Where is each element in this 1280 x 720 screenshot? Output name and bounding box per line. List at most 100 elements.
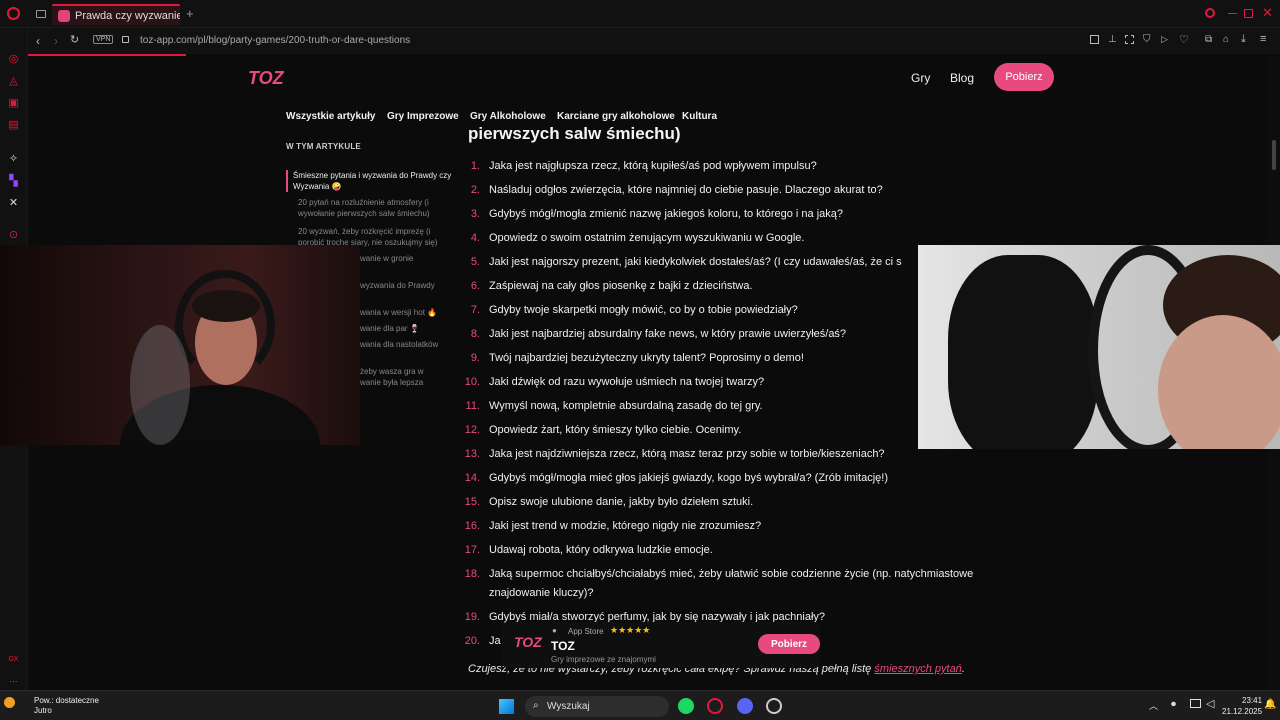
category-card-drinking-games[interactable]: Karciane gry alkoholowe <box>557 111 675 122</box>
category-culture[interactable]: Kultura <box>682 111 717 122</box>
system-clock[interactable]: 23:41 21.12.2025 <box>1222 695 1262 717</box>
x-icon[interactable]: ✕ <box>7 197 20 210</box>
close-window-button[interactable]: ✕ <box>1262 5 1273 21</box>
question-item: 12. Opowiedz żart, który śmieszy tylko ci… <box>458 421 998 440</box>
url-field[interactable]: toz-app.com/pl/blog/party-games/200-trut… <box>140 35 410 46</box>
scrollbar-thumb[interactable] <box>1272 140 1276 170</box>
nav-games-link[interactable]: Gry <box>911 71 930 85</box>
banner-app-name: TOZ <box>551 639 575 653</box>
funny-questions-link[interactable]: śmiesznych pytań <box>874 663 961 675</box>
start-button-icon[interactable] <box>499 699 514 714</box>
question-item: 10. Jaki dźwięk od razu wywołuje uśmiech … <box>458 373 998 392</box>
question-number: 20. <box>464 635 480 647</box>
shield-icon[interactable]: ⛉ <box>1143 34 1151 45</box>
toc-item[interactable]: wanie w gronie <box>360 253 458 264</box>
tray-chevron-icon[interactable]: ︿ <box>1149 699 1158 712</box>
new-tab-button[interactable]: + <box>186 6 194 21</box>
search-tabs-icon[interactable] <box>1205 8 1215 18</box>
question-item: 11. Wymyśl nową, kompletnie absurdalną za… <box>458 397 998 416</box>
category-drinking-games[interactable]: Gry Alkoholowe <box>470 111 546 122</box>
question-item: 13. Jaka jest najdziwniejsza rzecz, którą… <box>458 445 998 464</box>
toc-item[interactable]: wania dla nastolatków <box>360 339 458 350</box>
question-number: 5. <box>470 256 480 268</box>
maximize-button[interactable] <box>1244 9 1253 18</box>
question-text: Twój najbardziej bezużyteczny ukryty tal… <box>489 352 804 364</box>
question-text: Jaki jest trend w modzie, którego nigdy … <box>489 520 762 532</box>
heart-icon[interactable]: ♡ <box>1179 33 1189 46</box>
network-icon[interactable] <box>1190 699 1201 708</box>
ai-icon[interactable]: ✧ <box>7 153 20 166</box>
extensions-icon[interactable]: ⧉ <box>1205 34 1212 45</box>
nav-blog-link[interactable]: Blog <box>950 71 974 85</box>
gx-cleaner-icon[interactable]: ◬ <box>7 75 20 88</box>
tab-title: Prawda czy wyzwanie: 2‹ <box>75 9 180 22</box>
bookmarks-icon[interactable]: ⌂ <box>1223 34 1229 45</box>
webcam-overlay-right <box>918 245 1280 449</box>
question-text: Jaką supermoc chciałbyś/chciałabyś mieć,… <box>489 568 974 599</box>
minimize-button[interactable] <box>1228 13 1237 14</box>
tab-manager-icon[interactable] <box>36 10 46 18</box>
question-item: 9. Twój najbardziej bezużyteczny ukryty t… <box>458 349 998 368</box>
messenger-icon[interactable]: ▣ <box>7 97 20 110</box>
question-item: 3. Gdybyś mógł/mogła zmienić nazwę jakieg… <box>458 205 998 224</box>
reload-icon[interactable]: ↻ <box>70 33 79 46</box>
browser-tab[interactable]: Prawda czy wyzwanie: 2‹ <box>52 4 180 25</box>
news-icon[interactable]: ▤ <box>7 119 20 132</box>
weather-icon[interactable] <box>4 697 15 708</box>
toc-item[interactable]: wyzwania do Prawdy <box>360 280 458 291</box>
search-icon: ⌕ <box>533 700 539 711</box>
pin-icon[interactable]: ⊥ <box>1108 34 1117 45</box>
spotify-icon[interactable] <box>678 698 694 714</box>
taskbar-search[interactable]: ⌕ Wyszukaj <box>525 696 669 717</box>
snapshot-icon[interactable] <box>1125 35 1134 44</box>
settings-icon[interactable]: ⊙ <box>7 229 20 242</box>
question-number: 16. <box>464 520 480 532</box>
outro-end: . <box>961 663 965 675</box>
question-number: 3. <box>470 208 480 220</box>
webcam-overlay-left <box>0 245 360 445</box>
download-app-button[interactable]: Pobierz <box>994 63 1054 91</box>
clock-date: 21.12.2025 <box>1222 707 1263 716</box>
question-number: 8. <box>470 328 480 340</box>
opera-gx-icon[interactable] <box>707 698 723 714</box>
download-icon[interactable]: ⤓ <box>1241 33 1246 46</box>
category-party-games[interactable]: Gry Imprezowe <box>387 111 459 122</box>
question-text: Jaka jest najdziwniejsza rzecz, którą ma… <box>489 448 885 460</box>
apple-icon: ● <box>552 626 557 635</box>
back-icon[interactable]: ‹ <box>36 34 40 48</box>
steam-settings-icon[interactable] <box>766 698 782 714</box>
question-text: Opisz swoje ulubione danie, jakby było d… <box>489 496 754 508</box>
toc-item[interactable]: 20 pytań na rozluźnienie atmosfery (i wy… <box>298 197 458 219</box>
question-number: 14. <box>464 472 480 484</box>
menu-icon[interactable]: ≡ <box>1260 33 1266 45</box>
play-icon[interactable]: ▷ <box>1161 34 1168 45</box>
question-text: Naśladuj odgłos zwierzęcia, które najmni… <box>489 184 883 196</box>
volume-icon[interactable]: ◁ <box>1206 697 1214 710</box>
question-text: Jaki jest najbardziej absurdalny fake ne… <box>489 328 847 340</box>
site-logo[interactable]: TOZ <box>248 68 284 89</box>
gx-control-icon[interactable]: ◎ <box>7 53 20 66</box>
banner-download-button[interactable]: Pobierz <box>758 634 820 654</box>
opera-gx-logo-icon[interactable] <box>7 7 20 20</box>
toc-item[interactable]: żeby wasza gra w wanie była lepsza <box>360 366 440 388</box>
gx-corner-icon[interactable]: GX <box>7 653 20 666</box>
vpn-badge[interactable]: VPN <box>93 35 114 44</box>
weather-widget[interactable]: Pow.: dostateczne Jutro <box>34 696 99 716</box>
toc-item-active[interactable]: Śmieszne pytania i wyzwania do Prawdy cz… <box>286 170 454 192</box>
toc-item[interactable]: wania w wersji hot 🔥 <box>360 307 458 318</box>
notifications-icon[interactable]: 🔔 <box>1264 699 1276 710</box>
clock-time: 23:41 <box>1242 696 1263 705</box>
lock-icon <box>122 36 129 43</box>
weather-line2: Jutro <box>34 706 52 715</box>
question-number: 11. <box>465 400 480 412</box>
discord-icon[interactable] <box>737 698 753 714</box>
question-number: 12. <box>464 424 480 436</box>
microphone-icon[interactable]: ⏺ <box>1171 699 1176 710</box>
sidebar-toggle-icon[interactable] <box>1090 35 1099 44</box>
category-all[interactable]: Wszystkie artykuły <box>286 111 376 122</box>
forward-icon[interactable]: › <box>54 34 58 48</box>
twitch-icon[interactable]: ▚ <box>7 175 20 188</box>
question-item: 16. Jaki jest trend w modzie, którego nig… <box>458 517 998 536</box>
more-icon[interactable]: ··· <box>7 675 20 688</box>
toc-item[interactable]: wanie dla par 🍷 <box>360 323 458 334</box>
